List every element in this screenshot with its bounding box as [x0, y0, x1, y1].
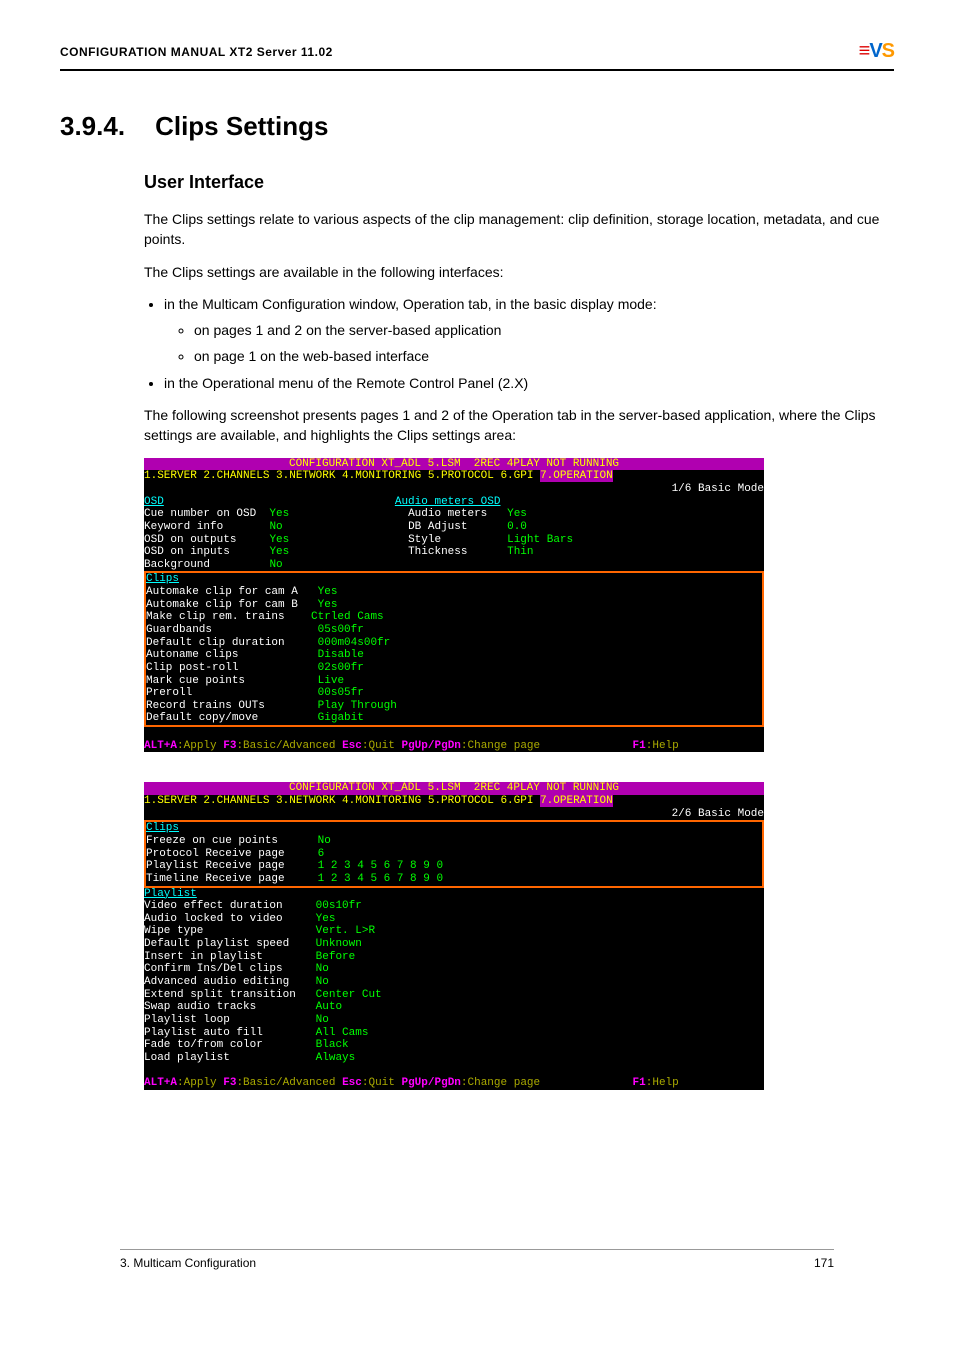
bullet-list: in the Multicam Configuration window, Op… — [144, 294, 894, 393]
term-mode: 2/6 Basic Mode — [144, 808, 764, 821]
section-title: Clips Settings — [155, 111, 328, 141]
term-title: CONFIGURATION XT_ADL 5.LSM 2REC 4PLAY NO… — [144, 458, 764, 471]
paragraph: The following screenshot presents pages … — [144, 405, 894, 446]
list-item: in the Operational menu of the Remote Co… — [164, 373, 894, 393]
sub-heading: User Interface — [144, 172, 894, 193]
page-footer: 3. Multicam Configuration 171 — [120, 1249, 834, 1270]
list-item: on page 1 on the web-based interface — [194, 346, 894, 366]
term-footer-keys: ALT+A:Apply F3:Basic/Advanced Esc:Quit P… — [144, 740, 764, 753]
header-title: CONFIGURATION MANUAL XT2 Server 11.02 — [60, 45, 333, 59]
section-number: 3.9.4. — [60, 111, 125, 141]
term-footer-keys: ALT+A:Apply F3:Basic/Advanced Esc:Quit P… — [144, 1077, 764, 1090]
paragraph: The Clips settings relate to various asp… — [144, 209, 894, 250]
list-item: in the Multicam Configuration window, Op… — [164, 294, 894, 367]
footer-page-number: 171 — [814, 1256, 834, 1270]
clips-highlight-box: Clips Freeze on cue points No Protocol R… — [144, 820, 764, 887]
term-title: CONFIGURATION XT_ADL 5.LSM 2REC 4PLAY NO… — [144, 782, 764, 795]
term-mode: 1/6 Basic Mode — [144, 483, 764, 496]
paragraph: The Clips settings are available in the … — [144, 262, 894, 282]
term-tabs: 1.SERVER 2.CHANNELS 3.NETWORK 4.MONITORI… — [144, 470, 764, 483]
clips-highlight-box: Clips Automake clip for cam A Yes Automa… — [144, 571, 764, 727]
list-item: on pages 1 and 2 on the server-based app… — [194, 320, 894, 340]
footer-left: 3. Multicam Configuration — [120, 1256, 256, 1270]
section-heading: 3.9.4. Clips Settings — [60, 111, 894, 142]
terminal-screenshot-2: CONFIGURATION XT_ADL 5.LSM 2REC 4PLAY NO… — [144, 782, 764, 1089]
term-tabs: 1.SERVER 2.CHANNELS 3.NETWORK 4.MONITORI… — [144, 795, 764, 808]
terminal-screenshot-1: CONFIGURATION XT_ADL 5.LSM 2REC 4PLAY NO… — [144, 458, 764, 753]
evs-logo: ≡VS — [859, 40, 894, 63]
page-header: CONFIGURATION MANUAL XT2 Server 11.02 ≡V… — [60, 40, 894, 71]
